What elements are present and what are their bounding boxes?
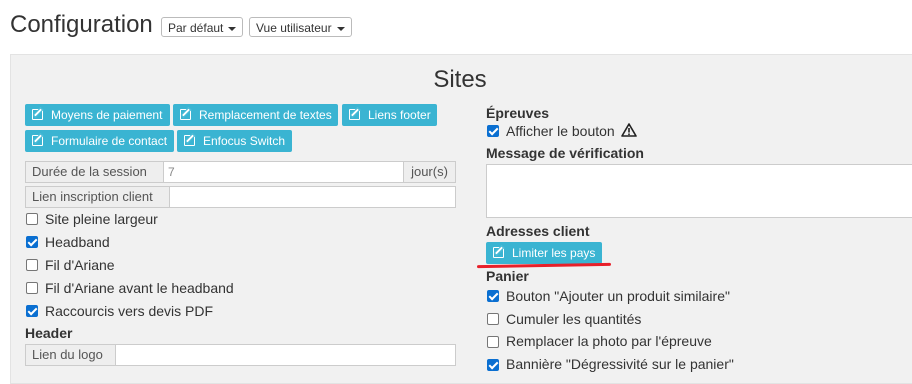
button-label: Limiter les pays — [512, 246, 596, 260]
cumulate-quantities-checkbox[interactable] — [487, 313, 499, 325]
client-signup-input[interactable] — [170, 187, 459, 207]
logo-link-group: Lien du logo — [25, 344, 456, 366]
header-section-title: Header — [25, 325, 73, 341]
show-button-label: Afficher le bouton — [506, 123, 615, 139]
logo-link-label: Lien du logo — [26, 345, 116, 365]
client-signup-label: Lien inscription client — [26, 187, 170, 207]
proofs-title: Épreuves — [486, 105, 550, 121]
button-label: Formulaire de contact — [51, 134, 168, 148]
button-label: Enfocus Switch — [203, 134, 286, 148]
cumulate-quantities-label: Cumuler les quantités — [506, 311, 642, 327]
chevron-down-icon — [336, 26, 345, 31]
similar-product-label: Bouton "Ajouter un produit similaire" — [506, 288, 730, 304]
footer-links-button[interactable]: Liens footer — [342, 104, 437, 126]
breadcrumb-label: Fil d'Ariane — [45, 257, 115, 273]
button-label: Liens footer — [368, 108, 431, 122]
edit-icon — [32, 135, 43, 146]
profile-dropdown-label: Par défaut — [168, 21, 224, 35]
payment-methods-button[interactable]: Moyens de paiement — [25, 104, 170, 126]
enfocus-switch-button[interactable]: Enfocus Switch — [177, 130, 292, 152]
text-replacement-button[interactable]: Remplacement de textes — [173, 104, 338, 126]
cart-title: Panier — [486, 268, 529, 284]
profile-dropdown[interactable]: Par défaut — [161, 17, 244, 37]
breadcrumb-checkbox[interactable] — [26, 259, 38, 271]
edit-icon — [32, 109, 43, 120]
headband-label: Headband — [45, 234, 110, 250]
client-addresses-title: Adresses client — [486, 223, 590, 239]
full-width-label: Site pleine largeur — [45, 211, 158, 227]
pdf-quote-shortcut-checkbox[interactable] — [26, 305, 38, 317]
limit-countries-button[interactable]: Limiter les pays — [486, 242, 602, 264]
button-label: Remplacement de textes — [199, 108, 332, 122]
headband-checkbox[interactable] — [26, 236, 38, 248]
edit-icon — [184, 135, 195, 146]
chevron-down-icon — [228, 26, 237, 31]
full-width-checkbox[interactable] — [26, 213, 38, 225]
view-dropdown[interactable]: Vue utilisateur — [249, 17, 352, 37]
session-duration-unit: jour(s) — [403, 162, 455, 182]
degressive-banner-checkbox[interactable] — [487, 359, 499, 371]
verification-message-title: Message de vérification — [486, 145, 644, 161]
contact-form-button[interactable]: Formulaire de contact — [25, 130, 174, 152]
logo-link-input[interactable] — [116, 345, 459, 365]
view-dropdown-label: Vue utilisateur — [256, 21, 332, 35]
replace-photo-label: Remplacer la photo par l'épreuve — [506, 333, 712, 349]
breadcrumb-before-headband-label: Fil d'Ariane avant le headband — [45, 280, 234, 296]
replace-photo-checkbox[interactable] — [487, 336, 499, 348]
verification-message-textarea[interactable] — [486, 164, 912, 218]
page-title: Configuration — [10, 11, 153, 38]
show-button-checkbox[interactable] — [487, 125, 499, 137]
panel-title: Sites — [433, 66, 487, 93]
edit-icon — [180, 109, 191, 120]
session-duration-input[interactable]: 7 — [164, 162, 430, 182]
similar-product-checkbox[interactable] — [487, 290, 499, 302]
pdf-quote-shortcut-label: Raccourcis vers devis PDF — [45, 303, 214, 319]
edit-icon — [349, 109, 360, 120]
session-duration-label: Durée de la session — [26, 162, 164, 182]
button-label: Moyens de paiement — [51, 108, 163, 122]
edit-icon — [493, 247, 504, 258]
warning-icon — [621, 123, 637, 137]
breadcrumb-before-headband-checkbox[interactable] — [26, 282, 38, 294]
session-duration-group: Durée de la session 7 jour(s) — [25, 161, 456, 183]
client-signup-group: Lien inscription client — [25, 186, 456, 208]
